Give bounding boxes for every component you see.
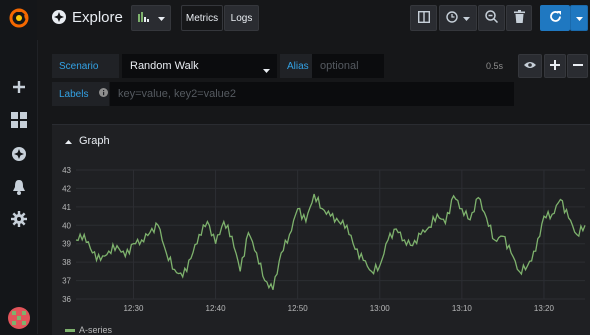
caret-icon	[575, 12, 583, 24]
remove-query-button[interactable]	[567, 54, 588, 78]
y-tick-label: 43	[62, 166, 71, 175]
graph-chart[interactable]: 36 37 38 39 40 41 42 43 12:30 12:40 12:50 13:00 13:…	[52, 125, 590, 335]
tab-logs-label: Logs	[230, 12, 253, 24]
x-tick-label: 12:50	[288, 304, 309, 313]
y-tick-label: 36	[62, 295, 71, 304]
tab-metrics[interactable]: Metrics	[181, 5, 223, 31]
toggle-query-button[interactable]	[518, 54, 542, 78]
caret-icon	[463, 12, 470, 24]
series-line-a	[75, 193, 586, 291]
x-tick-label: 12:30	[123, 304, 144, 313]
y-tick-label: 38	[62, 258, 71, 267]
page-title: Explore	[72, 9, 123, 26]
explore-header: Explore Metrics Logs	[37, 0, 590, 40]
y-tick-label: 37	[62, 277, 71, 286]
compass-icon	[51, 9, 67, 28]
info-icon	[99, 88, 109, 100]
sidebar	[0, 0, 38, 334]
y-tick-label: 41	[62, 203, 71, 212]
scenario-label: Scenario	[52, 54, 119, 78]
y-tick-label: 39	[62, 240, 71, 249]
gear-icon[interactable]	[0, 208, 37, 230]
refresh-icon	[549, 10, 562, 26]
clear-all-button[interactable]	[506, 5, 532, 31]
panel-icon	[137, 11, 150, 25]
x-tick-label: 12:40	[206, 304, 227, 313]
avatar[interactable]	[0, 306, 37, 330]
bell-icon[interactable]	[0, 176, 37, 198]
run-query-button[interactable]	[540, 5, 570, 31]
y-tick-label: 40	[62, 221, 71, 230]
x-tick-label: 13:00	[370, 304, 391, 313]
eye-icon	[524, 60, 536, 72]
refresh-interval-dropdown[interactable]	[570, 5, 588, 31]
grafana-logo-icon[interactable]	[0, 6, 37, 30]
query-time: 0.5s	[486, 61, 504, 71]
alias-label: Alias	[280, 54, 312, 78]
time-picker-button[interactable]	[439, 5, 477, 31]
caret-icon	[263, 64, 270, 76]
trash-icon	[513, 10, 525, 26]
scenario-value: Random Walk	[130, 60, 199, 72]
zoom-out-icon	[485, 10, 499, 26]
tab-logs[interactable]: Logs	[224, 5, 259, 31]
plus-icon	[550, 59, 560, 73]
explore-icon[interactable]	[0, 143, 37, 165]
tab-metrics-label: Metrics	[185, 12, 219, 24]
scenario-select[interactable]: Random Walk	[122, 54, 277, 78]
plus-icon[interactable]	[0, 76, 37, 98]
add-query-button[interactable]	[544, 54, 566, 78]
graph-panel: Graph 36 37 38 39 40 41 42 43 12:30 12:40 12:50 13…	[52, 124, 590, 335]
caret-icon	[157, 12, 165, 24]
labels-label: Labels	[52, 82, 109, 106]
y-tick-label: 42	[62, 184, 71, 193]
clock-icon	[446, 10, 458, 26]
split-icon	[417, 10, 430, 26]
x-tick-label: 13:10	[452, 304, 473, 313]
zoom-out-button[interactable]	[478, 5, 505, 31]
alias-input[interactable]: optional	[312, 54, 384, 78]
datasource-picker[interactable]	[131, 5, 171, 31]
dashboards-icon[interactable]	[0, 109, 37, 131]
labels-input[interactable]: key=value, key2=value2	[110, 82, 514, 106]
x-tick-label: 13:20	[534, 304, 555, 313]
labels-label-text: Labels	[59, 88, 89, 100]
minus-icon	[572, 60, 583, 73]
legend-swatch	[65, 328, 75, 332]
split-button[interactable]	[410, 5, 437, 31]
